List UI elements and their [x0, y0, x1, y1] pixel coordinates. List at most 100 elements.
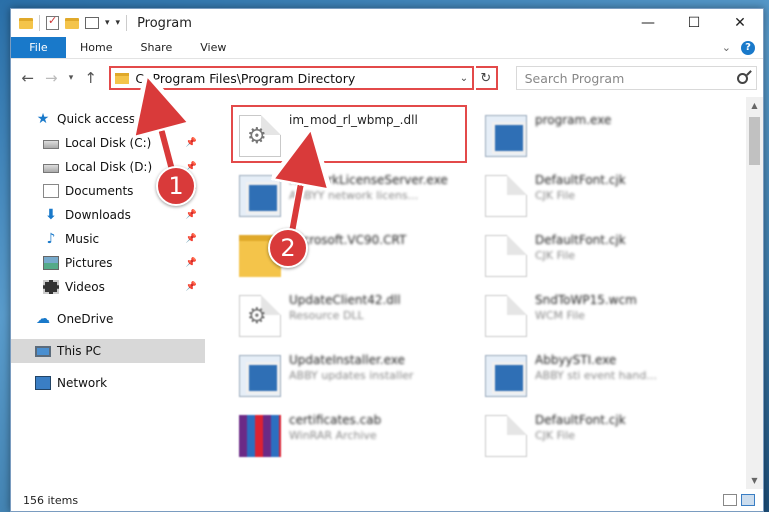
file-name: UpdateClient42.dll [289, 293, 401, 307]
music-note-icon: ♪ [46, 231, 56, 247]
tab-view[interactable]: View [186, 37, 240, 58]
sidebar-item-label: Documents [65, 184, 134, 198]
file-name: NetworkLicenseServer.exe [289, 173, 448, 187]
window-title: Program [137, 15, 192, 31]
sidebar-item-onedrive[interactable]: ☁ OneDrive [11, 307, 205, 331]
file-explorer-window: ▾ ▾ Program — ☐ ✕ File Home Share View ⌄… [10, 8, 764, 512]
up-arrow-icon[interactable]: ↑ [80, 67, 102, 89]
folder-icon[interactable] [19, 17, 33, 29]
details-view-icon[interactable] [723, 494, 737, 506]
file-type: ABBYY network licens... [289, 189, 419, 202]
file-item[interactable]: DefaultFont.cjk CJK File [481, 229, 721, 285]
dll-file-icon: ⚙ [239, 115, 281, 157]
film-icon [43, 280, 59, 294]
sidebar-item-music[interactable]: ♪ Music 📌 [11, 227, 205, 251]
file-item[interactable]: NetworkLicenseServer.exe ABBYY network li… [235, 169, 475, 225]
step-2-badge: 2 [268, 228, 308, 268]
network-icon [35, 376, 51, 390]
address-path[interactable]: C:\Program Files\Program Directory [135, 71, 456, 86]
new-folder-icon[interactable] [65, 17, 79, 29]
sidebar-item-quick-access[interactable]: ★ Quick access [11, 107, 205, 131]
properties-check-icon[interactable] [46, 14, 59, 30]
tab-share[interactable]: Share [126, 37, 186, 58]
forward-arrow-icon[interactable]: → [41, 67, 63, 89]
exe-file-icon [485, 115, 527, 157]
file-name: certificates.cab [289, 413, 382, 427]
pin-icon: 📌 [185, 210, 197, 220]
pin-icon: 📌 [185, 258, 197, 268]
main-area: ★ Quick access Local Disk (C:) 📌 Local D… [11, 97, 763, 489]
maximize-button[interactable]: ☐ [671, 9, 717, 37]
vertical-scrollbar[interactable]: ▲ ▼ [746, 97, 763, 489]
sidebar-item-local-disk-c[interactable]: Local Disk (C:) 📌 [11, 131, 205, 155]
file-name: SndToWP15.wcm [535, 293, 637, 307]
sidebar-item-label: Music [65, 232, 100, 246]
tab-home[interactable]: Home [66, 37, 126, 58]
gear-icon: ⚙ [247, 124, 267, 149]
navigation-bar: ← → ▾ ↑ C:\Program Files\Program Directo… [11, 59, 763, 97]
sidebar-item-network[interactable]: Network [11, 371, 205, 395]
chevron-down-icon[interactable]: ⌄ [456, 73, 472, 84]
sidebar-item-label: Pictures [65, 256, 113, 270]
address-bar[interactable]: C:\Program Files\Program Directory ⌄ [109, 66, 474, 90]
quick-access-toolbar: ▾ ▾ [11, 14, 128, 31]
sidebar-item-label: This PC [57, 344, 101, 358]
file-item-dll[interactable]: ⚙ im_mod_rl_wbmp_.dll [235, 109, 475, 165]
file-type: Resource DLL [289, 309, 364, 322]
scroll-up-icon[interactable]: ▲ [746, 97, 763, 114]
file-list: ⚙ im_mod_rl_wbmp_.dll program.exe Networ… [205, 97, 763, 489]
file-name: DefaultFont.cjk [535, 233, 626, 247]
expand-ribbon-icon[interactable]: ⌄ [722, 41, 731, 54]
status-bar: 156 items [11, 489, 763, 511]
scroll-thumb[interactable] [749, 117, 760, 165]
chevron-down-icon[interactable]: ▾ [105, 18, 110, 28]
file-item[interactable]: ⚙ UpdateClient42.dll Resource DLL [235, 289, 475, 345]
file-item[interactable]: SndToWP15.wcm WCM File [481, 289, 721, 345]
help-icon[interactable]: ? [741, 40, 755, 55]
tab-file[interactable]: File [11, 37, 66, 58]
pin-icon: 📌 [185, 282, 197, 292]
sidebar-item-label: Videos [65, 280, 105, 294]
file-type: ABBY updates installer [289, 369, 414, 382]
properties-icon[interactable] [85, 17, 99, 29]
file-item[interactable]: DefaultFont.cjk CJK File [481, 169, 721, 225]
file-type: ABBY sti event hand... [535, 369, 657, 382]
sidebar-item-videos[interactable]: Videos 📌 [11, 275, 205, 299]
large-icons-view-icon[interactable] [741, 494, 755, 506]
file-icon [485, 235, 527, 277]
file-type: CJK File [535, 249, 576, 262]
file-item[interactable]: program.exe [481, 109, 721, 165]
file-item[interactable]: DefaultFont.cjk CJK File [481, 409, 721, 465]
recent-locations-icon[interactable]: ▾ [64, 67, 78, 89]
file-icon [485, 175, 527, 217]
folder-icon [115, 72, 130, 84]
file-name: AbbyySTI.exe [535, 353, 617, 367]
file-type: WinRAR Archive [289, 429, 377, 442]
sidebar-item-this-pc[interactable]: This PC [11, 339, 205, 363]
item-count: 156 items [23, 493, 79, 507]
file-name: im_mod_rl_wbmp_.dll [289, 113, 418, 127]
drive-icon [43, 163, 59, 173]
minimize-button[interactable]: — [625, 9, 671, 37]
refresh-button[interactable]: ↻ [476, 66, 498, 90]
customize-toolbar-icon[interactable]: ▾ [116, 18, 121, 28]
scroll-down-icon[interactable]: ▼ [746, 472, 763, 489]
back-arrow-icon[interactable]: ← [17, 67, 39, 89]
sidebar-item-label: Network [57, 376, 108, 390]
file-icon [485, 295, 527, 337]
sidebar-item-pictures[interactable]: Pictures 📌 [11, 251, 205, 275]
star-icon: ★ [36, 111, 50, 127]
pin-icon: 📌 [185, 138, 197, 148]
pictures-icon [43, 256, 59, 270]
exe-file-icon [485, 355, 527, 397]
file-item[interactable]: UpdateInstaller.exe ABBY updates installe… [235, 349, 475, 405]
sidebar-item-downloads[interactable]: ⬇ Downloads 📌 [11, 203, 205, 227]
search-input[interactable]: Search Program [515, 66, 757, 90]
file-item[interactable]: certificates.cab WinRAR Archive [235, 409, 475, 465]
close-button[interactable]: ✕ [717, 9, 763, 37]
file-name: UpdateInstaller.exe [289, 353, 405, 367]
file-icon [485, 415, 527, 457]
search-placeholder: Search Program [524, 70, 625, 86]
file-name: DefaultFont.cjk [535, 173, 626, 187]
file-item[interactable]: AbbyySTI.exe ABBY sti event hand... [481, 349, 721, 405]
